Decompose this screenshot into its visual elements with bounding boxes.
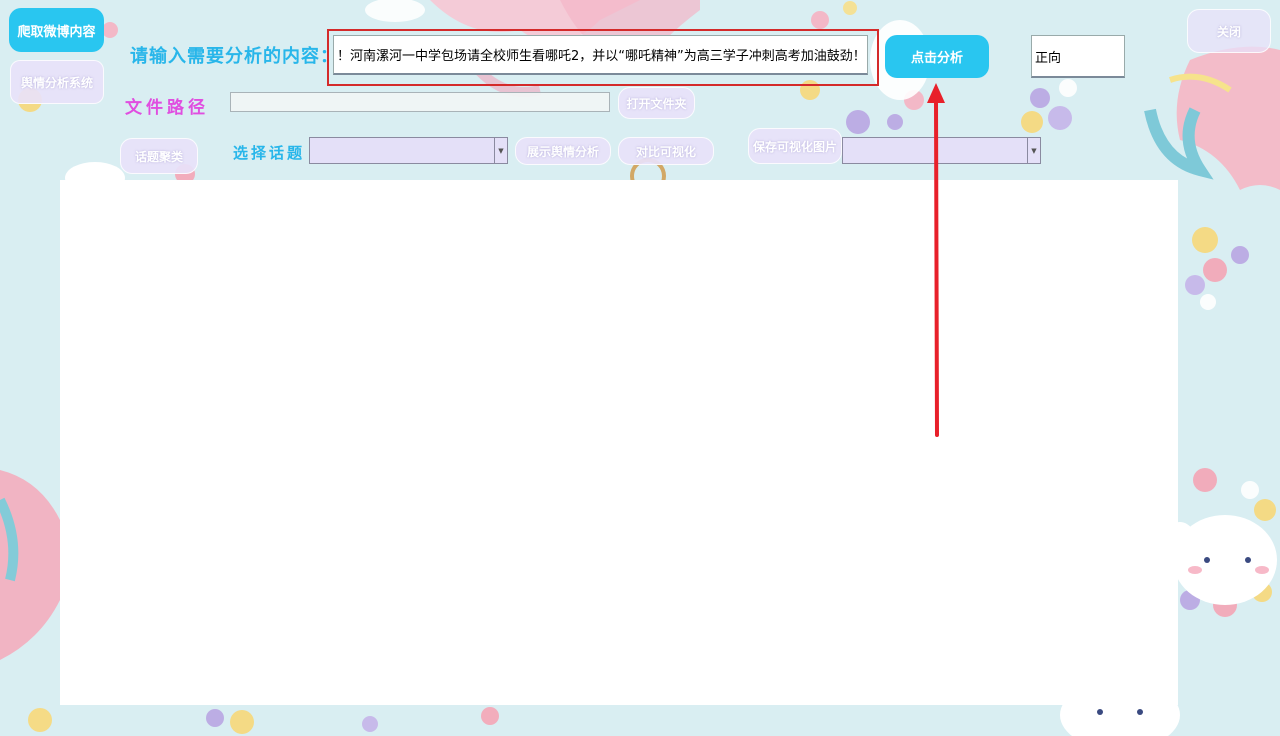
compare-visualize-button[interactable]: 对比可视化 — [618, 137, 714, 165]
file-path-label: 文件路径 — [125, 98, 209, 118]
file-path-input[interactable] — [230, 92, 610, 112]
content-input[interactable]: ！河南漯河一中学包场请全校师生看哪吒2，并以“哪吒精神”为高三学子冲刺高考加油鼓… — [333, 35, 868, 75]
open-folder-button[interactable]: 打开文件夹 — [618, 87, 695, 119]
chevron-down-icon[interactable]: ▼ — [494, 138, 507, 163]
topic-select[interactable]: ▼ — [309, 137, 508, 164]
chevron-down-icon[interactable]: ▼ — [1027, 138, 1040, 163]
sentiment-result-field[interactable]: 正向 — [1031, 35, 1125, 78]
analyze-button[interactable]: 点击分析 — [885, 35, 989, 78]
visualization-canvas — [60, 180, 1178, 705]
save-image-button[interactable]: 保存可视化图片 — [748, 128, 842, 164]
show-sentiment-button[interactable]: 展示舆情分析 — [515, 137, 611, 165]
topic-cluster-button[interactable]: 话题聚类 — [120, 138, 198, 174]
input-content-label: 请输入需要分析的内容： — [130, 46, 339, 67]
select-topic-label: 选择话题 — [233, 144, 306, 162]
close-button[interactable]: 关闭 — [1187, 9, 1271, 53]
sentiment-system-button[interactable]: 舆情分析系统 — [10, 60, 104, 104]
crawl-weibo-button[interactable]: 爬取微博内容 — [9, 8, 104, 52]
image-select[interactable]: ▼ — [842, 137, 1041, 164]
